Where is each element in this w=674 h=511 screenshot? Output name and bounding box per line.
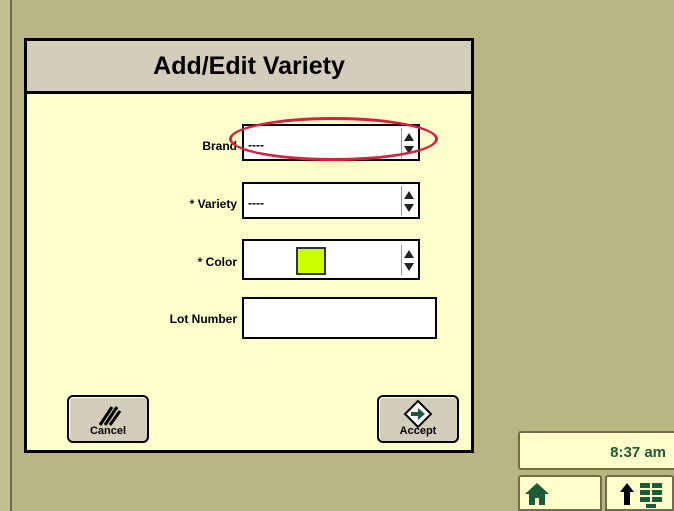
spin-down-icon[interactable]: [404, 263, 414, 271]
cancel-slash-icon: [69, 400, 147, 428]
clock-time: 8:37 am: [610, 444, 666, 461]
brand-label: Brand: [202, 139, 237, 153]
add-edit-variety-dialog: Add/Edit Variety Brand ---- * Variety --…: [24, 38, 474, 453]
left-edge-bar: [0, 0, 12, 511]
spin-up-icon[interactable]: [404, 250, 414, 258]
lot-number-input[interactable]: [242, 297, 437, 339]
accept-label: Accept: [399, 425, 437, 437]
variety-field[interactable]: ----: [242, 182, 420, 219]
menu-tab[interactable]: [605, 475, 674, 511]
clock-panel: 8:37 am: [518, 431, 674, 470]
home-icon: [525, 483, 549, 505]
brand-spinner[interactable]: [401, 128, 416, 158]
spin-up-icon[interactable]: [404, 191, 414, 199]
cancel-label: Cancel: [89, 425, 127, 437]
dialog-title: Add/Edit Variety: [27, 41, 471, 94]
color-field[interactable]: [242, 239, 420, 280]
brand-value: ----: [248, 138, 264, 152]
color-label: * Color: [197, 255, 237, 269]
accept-button[interactable]: Accept: [377, 395, 459, 443]
variety-label: * Variety: [189, 197, 237, 211]
spin-up-icon[interactable]: [404, 133, 414, 141]
variety-value: ----: [248, 196, 264, 210]
spin-down-icon[interactable]: [404, 204, 414, 212]
lot-number-label: Lot Number: [169, 312, 237, 326]
color-swatch: [296, 247, 326, 275]
up-arrow-grid-icon: [620, 483, 662, 508]
home-tab[interactable]: [518, 475, 602, 511]
variety-spinner[interactable]: [401, 186, 416, 216]
cancel-button[interactable]: Cancel: [67, 395, 149, 443]
spin-down-icon[interactable]: [404, 146, 414, 154]
brand-field[interactable]: ----: [242, 124, 420, 161]
accept-arrow-icon: [379, 399, 457, 429]
color-spinner[interactable]: [401, 245, 416, 275]
